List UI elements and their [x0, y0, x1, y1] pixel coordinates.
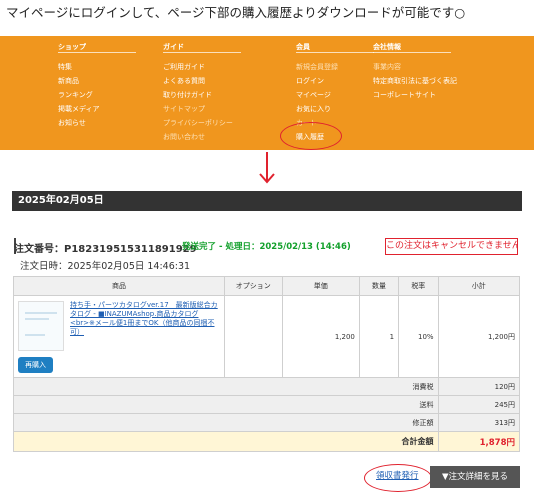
nav-column-title-shop: ショップ	[58, 43, 86, 51]
summary-row-tax: 消費税 120円	[13, 377, 521, 396]
order-status: 発送完了 - 処理日：2025/02/13 (14:46)	[182, 242, 351, 252]
order-datetime: 注文日時：2025年02月05日 14:46:31	[20, 258, 190, 272]
annotation-circle-receipt	[364, 464, 432, 492]
total-row: 合計金額 1,878円	[13, 431, 521, 452]
order-datetime-label: 注文日時：	[20, 261, 68, 272]
nav-column-divider	[296, 52, 374, 53]
col-header-price: 単価	[281, 276, 360, 296]
nav-link-legal-notice[interactable]: 特定商取引法に基づく表記	[373, 76, 457, 86]
product-name-link[interactable]: 持ち手・パーツカタログver.17 最新版総合カタログ - ■INAZUMAsh…	[70, 301, 220, 351]
nav-column-divider	[163, 52, 241, 53]
order-items-table: 商品 オプション 単価 数量 税率 小計 持ち手・パーツカタログver.17 最…	[13, 276, 521, 452]
summary-row-shipping: 送料 245円	[13, 395, 521, 414]
order-detail-button[interactable]: ▼注文詳細を見る	[430, 466, 520, 488]
col-header-option: オプション	[224, 276, 283, 296]
nav-link-feature[interactable]: 特集	[58, 62, 72, 72]
down-arrow-icon	[259, 152, 275, 184]
nav-column-divider	[373, 52, 451, 53]
col-header-subtotal: 小計	[437, 276, 521, 296]
order-number-label: 注文番号：	[14, 244, 64, 255]
col-header-tax: 税率	[398, 276, 439, 296]
nav-column-divider	[58, 52, 136, 53]
order-datetime-value: 2025年02月05日 14:46:31	[67, 261, 191, 272]
summary-value: 245円	[437, 395, 521, 414]
order-date-header: 2025年02月05日	[12, 191, 522, 211]
nav-link-register[interactable]: 新規会員登録	[296, 62, 338, 72]
total-value: 1,878円	[437, 431, 521, 452]
nav-link-install-guide[interactable]: 取り付けガイド	[163, 90, 212, 100]
total-label: 合計金額	[13, 431, 439, 452]
table-row: 持ち手・パーツカタログver.17 最新版総合カタログ - ■INAZUMAsh…	[13, 295, 521, 378]
tax-rate-cell: 10%	[398, 295, 439, 378]
nav-link-faq[interactable]: よくある質問	[163, 76, 205, 86]
nav-link-ranking[interactable]: ランキング	[58, 90, 93, 100]
annotation-circle-purchase-history	[280, 122, 342, 150]
nav-link-business[interactable]: 事業内容	[373, 62, 401, 72]
product-thumbnail[interactable]	[18, 300, 64, 351]
nav-link-media[interactable]: 掲載メディア	[58, 104, 100, 114]
col-header-qty: 数量	[358, 276, 400, 296]
nav-link-favorites[interactable]: お気に入り	[296, 104, 331, 114]
subtotal-cell: 1,200円	[437, 295, 521, 378]
summary-row-adjustment: 修正額 313円	[13, 413, 521, 432]
product-cell: 持ち手・パーツカタログver.17 最新版総合カタログ - ■INAZUMAsh…	[13, 295, 225, 378]
qty-cell: 1	[358, 295, 400, 378]
nav-link-privacy[interactable]: プライバシーポリシー	[163, 118, 233, 128]
nav-link-new-products[interactable]: 新商品	[58, 76, 79, 86]
rebuy-button[interactable]: 再購入	[18, 356, 53, 373]
nav-link-corporate-site[interactable]: コーポレートサイト	[373, 90, 436, 100]
summary-value: 313円	[437, 413, 521, 432]
instruction-headline: マイページにログインして、ページ下部の購入履歴よりダウンロードが可能です○	[6, 5, 466, 20]
col-header-product: 商品	[13, 276, 225, 296]
cancel-notice: この注文はキャンセルできません	[385, 238, 518, 255]
nav-column-title-member: 会員	[296, 43, 310, 51]
nav-column-title-company: 会社情報	[373, 43, 401, 51]
order-number-value: P182319515311891929	[64, 244, 197, 255]
summary-label: 修正額	[13, 413, 439, 432]
summary-value: 120円	[437, 377, 521, 396]
nav-link-sitemap[interactable]: サイトマップ	[163, 104, 205, 114]
nav-link-mypage[interactable]: マイページ	[296, 90, 331, 100]
price-cell: 1,200	[281, 295, 360, 378]
nav-link-usage-guide[interactable]: ご利用ガイド	[163, 62, 205, 72]
table-header-row: 商品 オプション 単価 数量 税率 小計	[13, 276, 521, 296]
summary-label: 送料	[13, 395, 439, 414]
option-cell	[224, 295, 283, 378]
order-number: 注文番号：P182319515311891929	[14, 240, 197, 255]
nav-link-news[interactable]: お知らせ	[58, 118, 86, 128]
nav-column-title-guide: ガイド	[163, 43, 184, 51]
summary-label: 消費税	[13, 377, 439, 396]
nav-link-contact[interactable]: お問い合わせ	[163, 132, 205, 142]
nav-link-login[interactable]: ログイン	[296, 76, 324, 86]
